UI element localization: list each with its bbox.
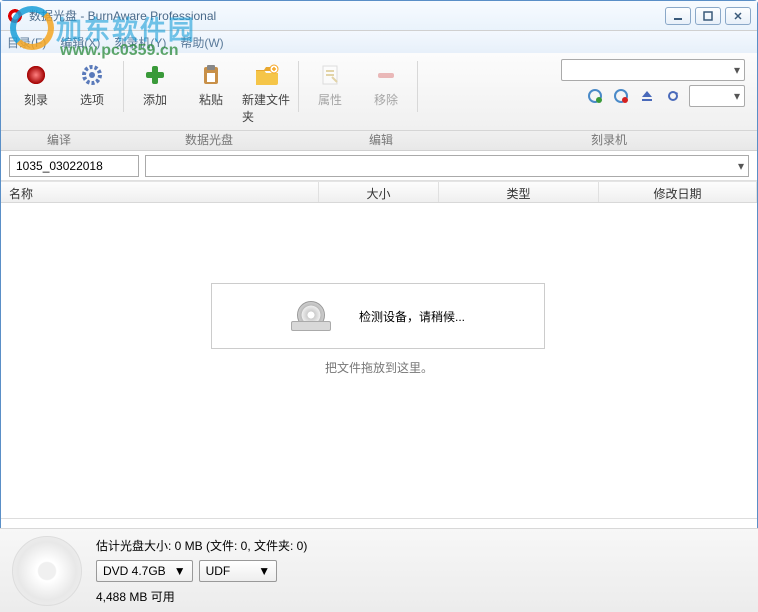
disc-drive-icon xyxy=(291,301,329,331)
group-recorder: 刻录机 xyxy=(461,131,757,150)
minimize-button[interactable] xyxy=(665,7,691,25)
group-edit: 编辑 xyxy=(301,131,461,150)
menu-help[interactable]: 帮助(W) xyxy=(180,34,223,51)
filesystem-select[interactable]: UDF▼ xyxy=(199,560,278,582)
available-text: 4,488 MB 可用 xyxy=(96,588,307,605)
options-button[interactable]: 选项 xyxy=(65,59,119,130)
col-size[interactable]: 大小 xyxy=(319,182,439,202)
dragdrop-hint: 把文件拖放到这里。 xyxy=(1,359,757,376)
disc-gauge-icon xyxy=(12,536,82,606)
eject-icon[interactable] xyxy=(637,86,657,106)
disc-info-icon[interactable] xyxy=(585,86,605,106)
maximize-button[interactable] xyxy=(695,7,721,25)
col-name[interactable]: 名称 xyxy=(1,182,319,202)
menu-recorder[interactable]: 刻录机(Y) xyxy=(114,34,166,51)
group-labels: 编译 数据光盘 编辑 刻录机 xyxy=(1,131,757,151)
disc-erase-icon[interactable] xyxy=(611,86,631,106)
folder-icon xyxy=(253,61,281,89)
toolbar: 刻录 选项 添加 粘贴 新建文件夹 属性 移除 ▾ xyxy=(1,53,757,131)
newfolder-button[interactable]: 新建文件夹 xyxy=(240,59,294,130)
path-row: 1035_03022018 ▾ xyxy=(1,151,757,181)
disc-name-input[interactable]: 1035_03022018 xyxy=(9,155,139,177)
properties-icon xyxy=(316,61,344,89)
menu-edit[interactable]: 编辑(X) xyxy=(60,34,100,51)
group-datadisc: 数据光盘 xyxy=(117,131,301,150)
gear-icon xyxy=(78,61,106,89)
menubar: 目录(F) 编辑(X) 刻录机(Y) 帮助(W) xyxy=(1,31,757,53)
detecting-box: 检测设备，请稍候... xyxy=(211,283,545,349)
group-compile: 编译 xyxy=(1,131,117,150)
col-type[interactable]: 类型 xyxy=(439,182,599,202)
recorder-select[interactable]: ▾ xyxy=(561,59,745,81)
paste-button[interactable]: 粘贴 xyxy=(184,59,238,130)
column-headers: 名称 大小 类型 修改日期 xyxy=(1,181,757,203)
minus-icon xyxy=(372,61,400,89)
titlebar: 数据光盘 - BurnAware Professional xyxy=(1,1,757,31)
window-title: 数据光盘 - BurnAware Professional xyxy=(29,7,665,24)
app-icon xyxy=(7,8,23,24)
close-button[interactable] xyxy=(725,7,751,25)
footer: 估计光盘大小: 0 MB (文件: 0, 文件夹: 0) DVD 4.7GB▼ … xyxy=(0,528,758,612)
plus-icon xyxy=(141,61,169,89)
refresh-icon[interactable] xyxy=(663,86,683,106)
recorder-panel: ▾ ▾ xyxy=(561,59,749,130)
add-button[interactable]: 添加 xyxy=(128,59,182,130)
path-combo[interactable]: ▾ xyxy=(145,155,749,177)
speed-select[interactable]: ▾ xyxy=(689,85,745,107)
detecting-text: 检测设备，请稍候... xyxy=(359,308,465,325)
remove-button: 移除 xyxy=(359,59,413,130)
estimate-text: 估计光盘大小: 0 MB (文件: 0, 文件夹: 0) xyxy=(96,537,307,554)
file-list-area[interactable]: 检测设备，请稍候... 把文件拖放到这里。 xyxy=(1,203,757,519)
disc-size-select[interactable]: DVD 4.7GB▼ xyxy=(96,560,193,582)
clipboard-icon xyxy=(197,61,225,89)
burn-icon xyxy=(22,61,50,89)
menu-file[interactable]: 目录(F) xyxy=(7,34,46,51)
burn-button[interactable]: 刻录 xyxy=(9,59,63,130)
col-date[interactable]: 修改日期 xyxy=(599,182,757,202)
properties-button: 属性 xyxy=(303,59,357,130)
